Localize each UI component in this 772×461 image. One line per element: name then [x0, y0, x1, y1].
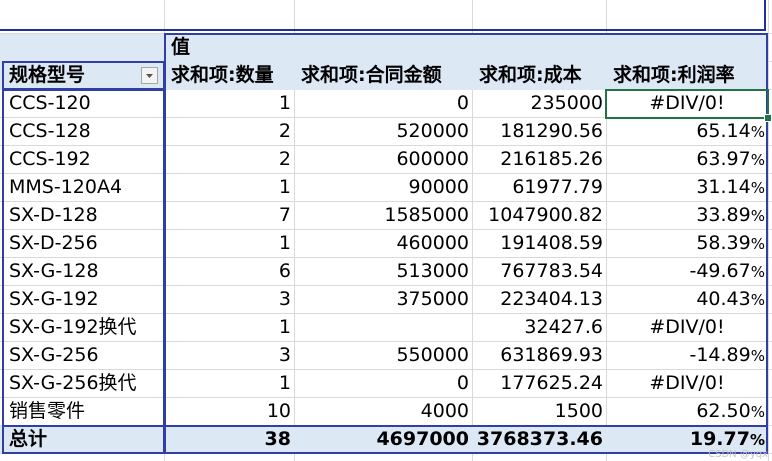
margin-unit: % — [750, 207, 765, 225]
cell-margin[interactable]: 63.97% — [606, 146, 768, 174]
cell-amount[interactable]: 460000 — [294, 230, 472, 258]
cell-cost[interactable]: 61977.79 — [472, 174, 606, 202]
cell-qty[interactable]: 6 — [164, 258, 294, 286]
cell-cost[interactable]: 181290.56 — [472, 118, 606, 146]
cell-amount[interactable]: 520000 — [294, 118, 472, 146]
margin-value: 40.43 — [696, 288, 751, 310]
cell-cost[interactable]: 1047900.82 — [472, 202, 606, 230]
cell-cost[interactable]: 1500 — [472, 398, 606, 426]
cell-qty[interactable]: 7 — [164, 202, 294, 230]
margin-unit: % — [750, 151, 765, 169]
margin-unit: % — [750, 347, 765, 365]
cell-margin[interactable]: 33.89% — [606, 202, 768, 230]
margin-unit: % — [750, 291, 765, 309]
margin-value: 33.89 — [696, 204, 751, 226]
cell-amount[interactable]: 4000 — [294, 398, 472, 426]
margin-value: 65.14 — [696, 120, 751, 142]
row-field-label[interactable]: 规格型号 — [2, 62, 164, 90]
row-label[interactable]: SX-G-192 — [2, 286, 164, 314]
margin-unit: % — [750, 179, 765, 197]
cell-amount[interactable]: 1585000 — [294, 202, 472, 230]
cell-cost[interactable]: 177625.24 — [472, 370, 606, 398]
cell-amount[interactable]: 0 — [294, 90, 472, 118]
cell-qty[interactable]: 2 — [164, 118, 294, 146]
cell-cost[interactable]: 216185.26 — [472, 146, 606, 174]
cell-margin[interactable]: #DIV/0! — [606, 314, 768, 342]
cell-margin[interactable]: -49.67% — [606, 258, 768, 286]
cell-qty[interactable]: 1 — [164, 230, 294, 258]
cell-cost[interactable]: 235000 — [472, 90, 606, 118]
fill-handle[interactable] — [764, 114, 772, 122]
cell-cost[interactable]: 223404.13 — [472, 286, 606, 314]
cell-margin[interactable]: 58.39% — [606, 230, 768, 258]
row-label[interactable]: CCS-192 — [2, 146, 164, 174]
cell-amount[interactable]: 513000 — [294, 258, 472, 286]
margin-value: 19.77 — [689, 428, 750, 450]
cell-amount[interactable]: 90000 — [294, 174, 472, 202]
cell-qty[interactable]: 2 — [164, 146, 294, 174]
cell-cost[interactable]: 32427.6 — [472, 314, 606, 342]
cell-margin[interactable]: 31.14% — [606, 174, 768, 202]
cell-qty[interactable]: 1 — [164, 90, 294, 118]
total-cost[interactable]: 3768373.46 — [472, 426, 606, 454]
margin-value: -14.89 — [689, 344, 751, 366]
cell-margin[interactable]: 40.43% — [606, 286, 768, 314]
row-label[interactable]: SX-D-128 — [2, 202, 164, 230]
margin-value: 31.14 — [696, 176, 751, 198]
total-label[interactable]: 总计 — [2, 426, 164, 454]
active-cell-selection[interactable] — [605, 89, 769, 119]
row-label[interactable]: 销售零件 — [2, 398, 164, 426]
margin-value: 58.39 — [696, 232, 751, 254]
cell-margin[interactable]: 65.14% — [606, 118, 768, 146]
margin-unit: % — [750, 403, 765, 421]
col-header-margin[interactable]: 求和项:利润率 — [606, 62, 768, 90]
total-amount[interactable]: 4697000 — [294, 426, 472, 454]
watermark: CSDN @yqx — [708, 449, 768, 460]
cell-margin[interactable]: -14.89% — [606, 342, 768, 370]
cell-amount[interactable]: 375000 — [294, 286, 472, 314]
dropdown-filter-icon[interactable] — [141, 67, 158, 84]
col-header-cost[interactable]: 求和项:成本 — [472, 62, 606, 90]
selected-range-frame — [0, 0, 766, 31]
margin-unit: % — [750, 235, 765, 253]
cell-qty[interactable]: 3 — [164, 342, 294, 370]
margin-value: 63.97 — [696, 148, 751, 170]
row-label[interactable]: CCS-128 — [2, 118, 164, 146]
margin-unit: % — [750, 263, 765, 281]
margin-value: -49.67 — [689, 260, 751, 282]
row-label[interactable]: SX-G-256 — [2, 342, 164, 370]
cell-qty[interactable]: 1 — [164, 370, 294, 398]
row-label[interactable]: SX-G-256换代 — [2, 370, 164, 398]
margin-unit: % — [750, 123, 765, 141]
cell-margin[interactable]: 62.50% — [606, 398, 768, 426]
cell-qty[interactable]: 1 — [164, 314, 294, 342]
margin-value: 62.50 — [696, 400, 751, 422]
cell-amount[interactable]: 600000 — [294, 146, 472, 174]
col-header-qty[interactable]: 求和项:数量 — [164, 62, 294, 90]
cell-amount[interactable]: 550000 — [294, 342, 472, 370]
margin-unit: % — [749, 431, 765, 449]
row-label[interactable]: SX-D-256 — [2, 230, 164, 258]
total-qty[interactable]: 38 — [164, 426, 294, 454]
cell-qty[interactable]: 3 — [164, 286, 294, 314]
cell-cost[interactable]: 191408.59 — [472, 230, 606, 258]
cell-cost[interactable]: 631869.93 — [472, 342, 606, 370]
row-label[interactable]: SX-G-128 — [2, 258, 164, 286]
row-label[interactable]: CCS-120 — [2, 90, 164, 118]
cell-qty[interactable]: 10 — [164, 398, 294, 426]
gridline — [768, 0, 769, 461]
cell-cost[interactable]: 767783.54 — [472, 258, 606, 286]
cell-qty[interactable]: 1 — [164, 174, 294, 202]
cell-amount[interactable]: 0 — [294, 370, 472, 398]
values-header[interactable]: 值 — [164, 34, 294, 62]
cell-amount[interactable] — [294, 314, 472, 342]
col-header-amount[interactable]: 求和项:合同金额 — [294, 62, 472, 90]
cell-margin[interactable]: #DIV/0! — [606, 370, 768, 398]
row-label[interactable]: MMS-120A4 — [2, 174, 164, 202]
row-label[interactable]: SX-G-192换代 — [2, 314, 164, 342]
